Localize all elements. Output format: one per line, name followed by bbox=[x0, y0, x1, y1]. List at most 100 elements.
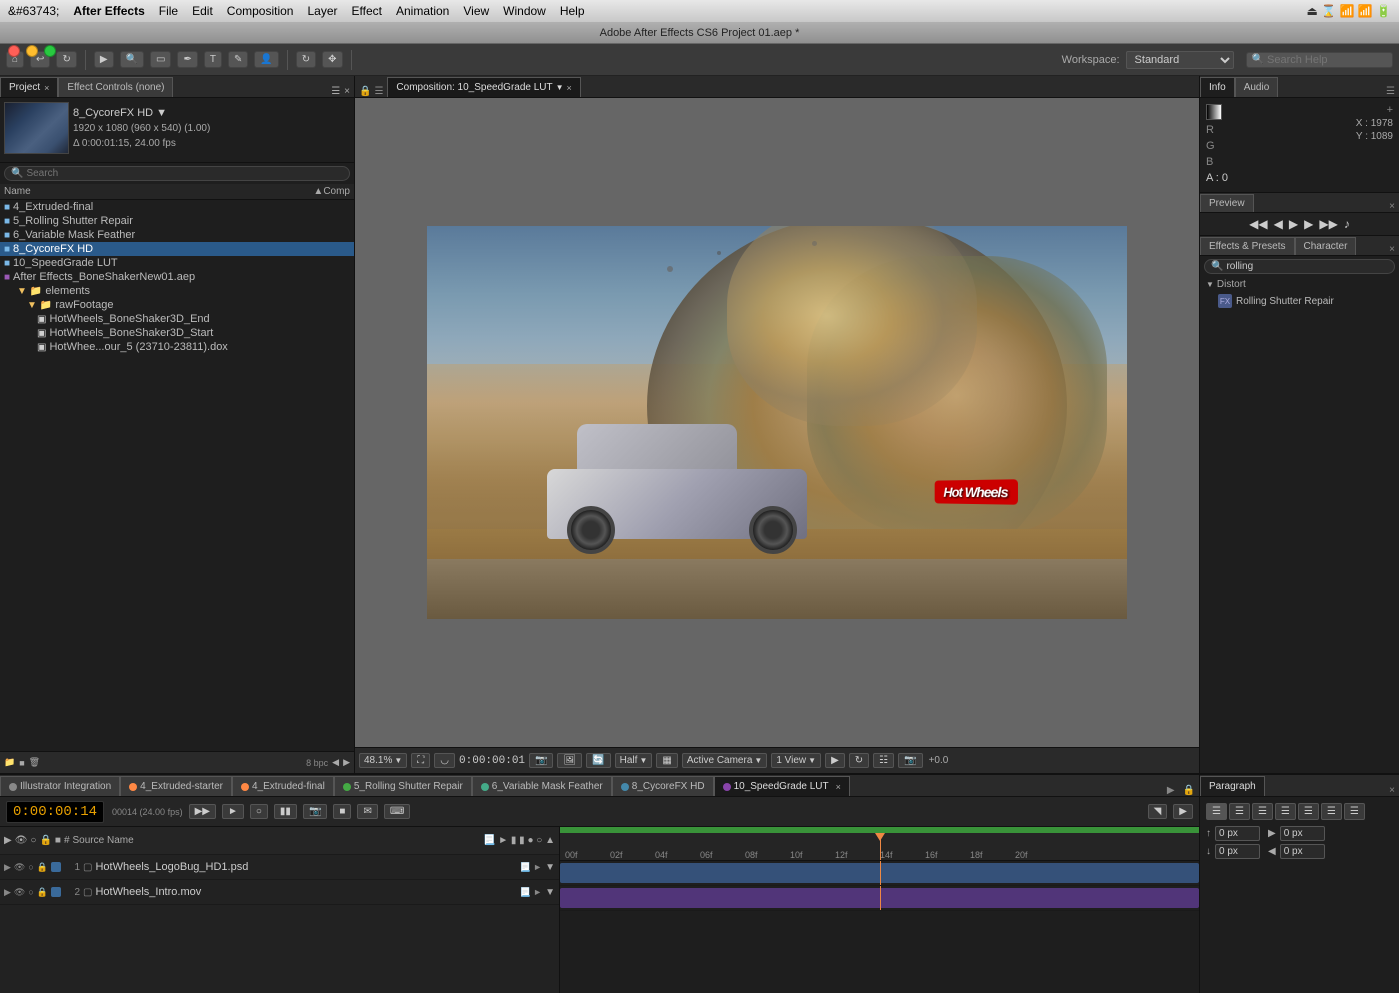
align-justify-all-btn[interactable]: ☰ bbox=[1344, 803, 1365, 820]
effects-search-input[interactable] bbox=[1226, 261, 1388, 272]
list-item-variable-mask[interactable]: ■ 6_Variable Mask Feather bbox=[0, 228, 354, 242]
panel-menu-icon[interactable]: ☰ bbox=[331, 86, 340, 97]
effects-item-rolling-shutter[interactable]: FX Rolling Shutter Repair bbox=[1200, 292, 1399, 310]
track-tool[interactable]: ✥ bbox=[322, 51, 342, 68]
preview-close-btn[interactable]: × bbox=[1389, 201, 1399, 212]
list-item-elements-folder[interactable]: ▼ 📁 elements bbox=[0, 284, 354, 298]
brush-tool[interactable]: ✎ bbox=[228, 51, 248, 68]
tab-audio[interactable]: Audio bbox=[1235, 77, 1279, 97]
indent-right-input[interactable] bbox=[1280, 844, 1325, 859]
align-justify-left-btn[interactable]: ☰ bbox=[1275, 803, 1296, 820]
redo-btn[interactable]: ↻ bbox=[56, 51, 76, 68]
track-2-lock[interactable]: 🔒 bbox=[37, 887, 48, 898]
composition-menu[interactable]: Composition bbox=[227, 4, 294, 18]
snapshot-btn[interactable]: 📷 bbox=[898, 753, 922, 768]
hide-shy-btn[interactable]: ▮▮ bbox=[274, 804, 297, 819]
app-name-menu[interactable]: After Effects bbox=[73, 4, 144, 18]
text-tool[interactable]: T bbox=[204, 51, 222, 68]
effect-menu[interactable]: Effect bbox=[352, 4, 382, 18]
track-1-lock[interactable]: 🔒 bbox=[37, 862, 48, 873]
layer-menu[interactable]: Layer bbox=[307, 4, 337, 18]
space-after-input[interactable] bbox=[1215, 844, 1260, 859]
effects-close-btn[interactable]: × bbox=[1389, 244, 1399, 255]
tab-rolling-shutter[interactable]: 5_Rolling Shutter Repair bbox=[334, 776, 472, 796]
minimize-button[interactable] bbox=[26, 45, 38, 57]
resolution-btn[interactable]: 🔄 bbox=[586, 753, 610, 768]
sort-icon[interactable]: ▲ bbox=[313, 186, 323, 197]
apple-menu[interactable]: &#63743; bbox=[8, 4, 59, 18]
workspace-select[interactable]: Standard All Panels Animation Minimal Mo… bbox=[1126, 51, 1234, 69]
tab-extruded-final[interactable]: 4_Extruded-final bbox=[232, 776, 334, 796]
align-justify-right-btn[interactable]: ☰ bbox=[1321, 803, 1342, 820]
paragraph-close-btn[interactable]: × bbox=[1389, 785, 1399, 796]
window-menu[interactable]: Window bbox=[503, 4, 546, 18]
tl-btn-extra-1[interactable]: ◥ bbox=[1148, 804, 1168, 819]
panel-close-icon[interactable]: × bbox=[344, 86, 350, 97]
grid-btn[interactable]: ▦ bbox=[656, 753, 677, 768]
maximize-button[interactable] bbox=[44, 45, 56, 57]
puppet-tool[interactable]: 👤 bbox=[254, 51, 278, 68]
comp-dropdown-icon[interactable]: ▼ bbox=[556, 83, 564, 92]
camera-view-dropdown[interactable]: Active Camera ▼ bbox=[682, 753, 768, 768]
timeline-lock[interactable]: 🔒 bbox=[1179, 785, 1199, 796]
tab-project[interactable]: Project × bbox=[0, 77, 58, 97]
zoom-dropdown[interactable]: 48.1% ▼ bbox=[359, 753, 407, 768]
track-row-1[interactable]: ▶ 👁 ○ 🔒 1 ▢ HotWheels_LogoBug_HD1.psd 📃 … bbox=[0, 855, 559, 880]
graph-btn[interactable]: ✉ bbox=[357, 804, 377, 819]
list-item-hotwheels-dox[interactable]: ▣ HotWhee...our_5 (23710-23811).dox bbox=[0, 340, 354, 354]
list-item-boneshaker-end[interactable]: ▣ HotWheels_BoneShaker3D_End bbox=[0, 312, 354, 326]
track-1-solo[interactable]: ○ bbox=[28, 862, 33, 872]
color-btn[interactable]: 🖼 bbox=[557, 753, 582, 768]
track-2-solo[interactable]: ○ bbox=[28, 887, 33, 897]
track-1-eye[interactable]: 👁 bbox=[14, 862, 25, 873]
last-frame-btn[interactable]: ▶▶ bbox=[1319, 217, 1337, 231]
audio-btn[interactable]: ♪ bbox=[1344, 217, 1350, 231]
view-menu[interactable]: View bbox=[463, 4, 489, 18]
animation-menu[interactable]: Animation bbox=[396, 4, 449, 18]
trash-btn[interactable]: 🗑 bbox=[29, 757, 40, 768]
tab-preview[interactable]: Preview bbox=[1200, 194, 1254, 212]
close-button[interactable] bbox=[8, 45, 20, 57]
scroll-left-btn[interactable]: ◀ bbox=[332, 757, 339, 768]
track-row-2[interactable]: ▶ 👁 ○ 🔒 2 ▢ HotWheels_Intro.mov 📃 ► ▼ bbox=[0, 880, 559, 905]
track-1-toggle[interactable]: ▶ bbox=[4, 862, 11, 873]
zoom-tool[interactable]: 🔍 bbox=[120, 51, 144, 68]
track-toggle-icon[interactable]: ▶ bbox=[4, 835, 12, 846]
prev-frame-btn[interactable]: ◀ bbox=[1274, 217, 1283, 231]
list-item-boneshaker-start[interactable]: ▣ HotWheels_BoneShaker3D_Start bbox=[0, 326, 354, 340]
track-1-switch[interactable]: ▼ bbox=[545, 862, 555, 873]
quality-dropdown[interactable]: Half ▼ bbox=[615, 753, 653, 768]
list-item-ae-file[interactable]: ■ After Effects_BoneShakerNew01.aep bbox=[0, 270, 354, 284]
comp-tab-close[interactable]: × bbox=[567, 83, 572, 93]
tab-illustrator-integration[interactable]: Illustrator Integration bbox=[0, 776, 120, 796]
edit-menu[interactable]: Edit bbox=[192, 4, 213, 18]
project-tab-close[interactable]: × bbox=[44, 83, 49, 93]
list-item-speedgrade[interactable]: ■ 10_SpeedGrade LUT bbox=[0, 256, 354, 270]
select-tool[interactable]: ▶ bbox=[94, 51, 114, 68]
info-panel-menu[interactable]: ☰ bbox=[1386, 86, 1399, 97]
list-item-rawfootage-folder[interactable]: ▼ 📁 rawFootage bbox=[0, 298, 354, 312]
help-menu[interactable]: Help bbox=[560, 4, 585, 18]
project-search-input[interactable] bbox=[26, 168, 343, 179]
timeline-scroll-right[interactable]: ▶ bbox=[1163, 785, 1179, 796]
comp-options-icon[interactable]: ☰ bbox=[374, 86, 383, 97]
tab-speedgrade-active[interactable]: 10_SpeedGrade LUT × bbox=[714, 776, 850, 796]
file-menu[interactable]: File bbox=[159, 4, 178, 18]
first-frame-btn[interactable]: ◀◀ bbox=[1249, 217, 1267, 231]
tl-btn-extra-2[interactable]: ▶ bbox=[1173, 804, 1193, 819]
active-tab-close[interactable]: × bbox=[836, 782, 841, 792]
tab-extruded-starter[interactable]: 4_Extruded-starter bbox=[120, 776, 232, 796]
rect-tool[interactable]: ▭ bbox=[150, 51, 171, 68]
search-input[interactable] bbox=[1267, 54, 1387, 66]
new-comp-btn[interactable]: ■ bbox=[19, 758, 24, 768]
solo-btn[interactable]: ○ bbox=[250, 804, 268, 819]
next-frame-btn[interactable]: ▶ bbox=[1304, 217, 1313, 231]
tab-variable-mask[interactable]: 6_Variable Mask Feather bbox=[472, 776, 612, 796]
flow-btn[interactable]: ☷ bbox=[873, 753, 894, 768]
track-2-toggle[interactable]: ▶ bbox=[4, 887, 11, 898]
align-left-btn[interactable]: ☰ bbox=[1206, 803, 1227, 820]
list-item-extruded-final[interactable]: ■ 4_Extruded-final bbox=[0, 200, 354, 214]
tab-cycoreFX[interactable]: 8_CycoreFX HD bbox=[612, 776, 714, 796]
tl-btn-1[interactable]: ▶▶ bbox=[189, 804, 216, 819]
comp-tab-speedgrade[interactable]: Composition: 10_SpeedGrade LUT ▼ × bbox=[387, 77, 580, 97]
